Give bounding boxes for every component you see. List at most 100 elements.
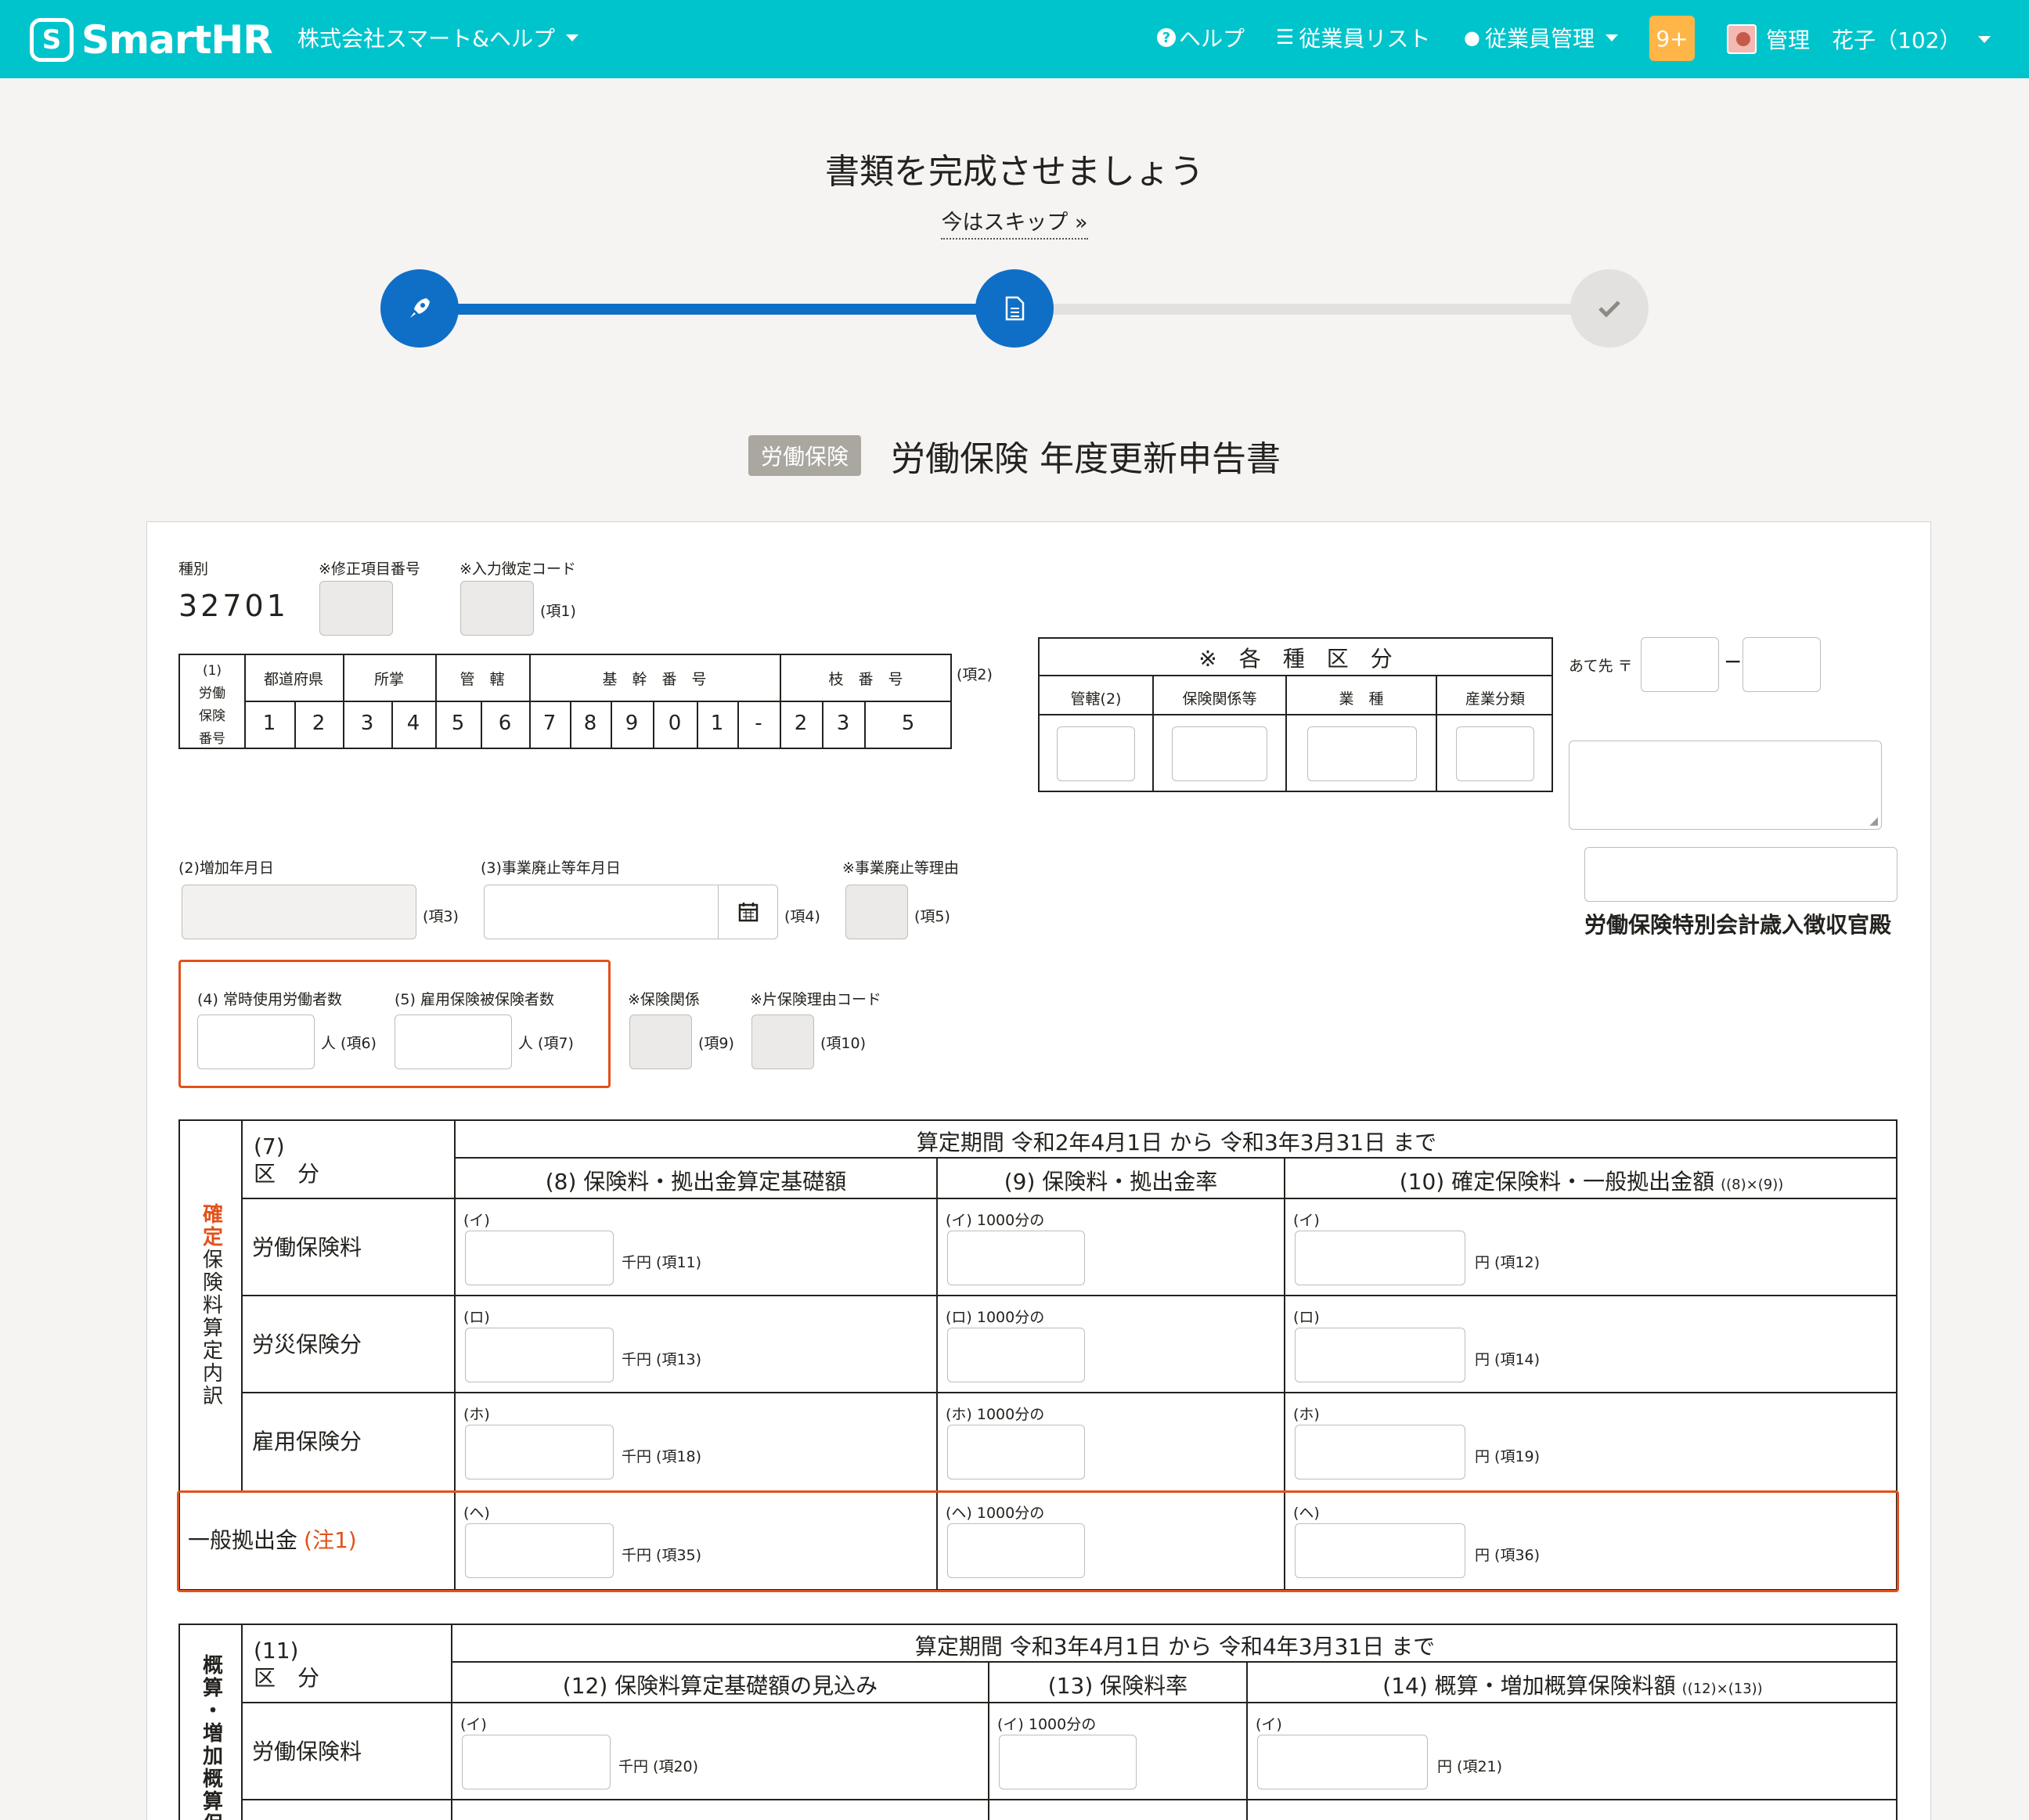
bango-col-header: 枝 番 号 xyxy=(828,671,903,688)
t1-base-input[interactable] xyxy=(465,1328,614,1382)
col-13: (13) 保険料率 xyxy=(1047,1673,1188,1699)
bango-col-header: 基 幹 番 号 xyxy=(602,671,707,688)
ko7-label: 人 (項7) xyxy=(518,1035,574,1052)
t1-kana: (イ) xyxy=(463,1212,490,1229)
bango-col-header: 都道府県 xyxy=(263,671,323,688)
haishi-date-input[interactable] xyxy=(484,885,778,939)
t2-base-input[interactable] xyxy=(462,1735,611,1789)
progress-line-done xyxy=(420,304,1014,315)
zip2-input[interactable] xyxy=(1742,637,1821,692)
t1-amount-input[interactable] xyxy=(1295,1523,1465,1578)
kakushu-col-hokenkankei: 保険関係等 xyxy=(1182,690,1257,708)
col-10-sub: ((8)×(9)) xyxy=(1721,1177,1784,1193)
kubun-no: (7) xyxy=(254,1133,285,1159)
t1-amount-input[interactable] xyxy=(1295,1328,1465,1382)
t1-kana: (イ) xyxy=(1293,1212,1320,1229)
bango-digit: 8 xyxy=(583,712,597,735)
bango-digit: 3 xyxy=(360,712,374,735)
t1-rate-input[interactable] xyxy=(947,1231,1085,1285)
employee-mgmt-menu[interactable]: ● 従業員管理 xyxy=(1464,22,1618,53)
t1-amount-input[interactable] xyxy=(1295,1425,1465,1479)
smarthr-logo[interactable]: S SmartHR xyxy=(30,17,273,63)
kakushu-title: ※ 各 種 区 分 xyxy=(1198,646,1393,672)
bango-head-3: 番号 xyxy=(199,731,225,747)
kubun-label: 区 分 xyxy=(254,1161,320,1187)
t2-amount-input[interactable] xyxy=(1257,1735,1428,1789)
kubun-label-2: 区 分 xyxy=(254,1665,320,1691)
step-complete xyxy=(1570,269,1649,348)
nyuryoku-input xyxy=(460,581,534,636)
col-9: (9) 保険料・拠出金率 xyxy=(1004,1169,1218,1195)
col-14: (14) 概算・増加概算保険料額 ((12)×(13)) xyxy=(1248,1669,1897,1700)
list-icon: ☰ xyxy=(1276,26,1295,49)
calendar-icon xyxy=(738,903,758,922)
col-10: (10) 確定保険料・一般拠出金額 ((8)×(9)) xyxy=(1285,1165,1897,1196)
t1-yen-unit: 円 (項14) xyxy=(1475,1351,1541,1368)
joji-label: (4) 常時使用労働者数 xyxy=(197,991,342,1008)
row-name: 一般拠出金 (注1) xyxy=(188,1523,357,1555)
t1-rate-input[interactable] xyxy=(947,1523,1085,1578)
side-char: 保 xyxy=(202,1249,223,1272)
question-circle-icon: ? xyxy=(1157,28,1176,47)
skip-link[interactable]: 今はスキップ » xyxy=(941,211,1088,240)
kanshu-label: 労働保険特別会計歳入徴収官殿 xyxy=(1584,912,1892,938)
t1-rate-label: (イ) 1000分の xyxy=(946,1212,1045,1229)
side-char: 算 xyxy=(202,1790,223,1814)
hokenkankei-input[interactable] xyxy=(1172,726,1267,781)
zip1-input[interactable] xyxy=(1641,637,1719,692)
side-char: 定 xyxy=(202,1339,223,1363)
t1-rate-input[interactable] xyxy=(947,1328,1085,1382)
calendar-button[interactable] xyxy=(718,885,777,939)
document-icon xyxy=(1005,296,1025,321)
zip-dash: − xyxy=(1724,648,1742,674)
chevron-down-icon xyxy=(1605,34,1618,41)
company-name: 株式会社スマート&ヘルプ xyxy=(297,26,555,52)
sangyo-input[interactable] xyxy=(1456,726,1534,781)
t1-kana: (ロ) xyxy=(1293,1309,1320,1326)
row-name-label: 一般拠出金 xyxy=(188,1527,298,1553)
kanshu-input[interactable] xyxy=(1584,847,1897,902)
kankatsu-input[interactable] xyxy=(1057,726,1135,781)
haishi-riyu-input xyxy=(845,885,908,939)
company-switcher[interactable]: 株式会社スマート&ヘルプ xyxy=(297,22,578,53)
t2-kana: (イ) xyxy=(460,1716,487,1733)
row-name: 労働保険料 xyxy=(252,1739,362,1764)
joji-input[interactable] xyxy=(197,1015,315,1069)
user-icon: ● xyxy=(1464,27,1480,49)
t1-amount-input[interactable] xyxy=(1295,1231,1465,1285)
t2-kana: (イ) xyxy=(1256,1716,1282,1733)
col-14-sub: ((12)×(13)) xyxy=(1681,1681,1763,1697)
hihoken-input[interactable] xyxy=(395,1015,512,1069)
bango-digit: 5 xyxy=(901,712,915,735)
t1-kana: (ホ) xyxy=(1293,1406,1320,1423)
gaisan-side-label: 概 算 ・ 増 加 概 算 保 xyxy=(185,1655,241,1820)
t1-base-input[interactable] xyxy=(465,1523,614,1578)
gyoshu-input[interactable] xyxy=(1307,726,1417,781)
bango-digit: 4 xyxy=(406,712,420,735)
t1-rate-label: (ロ) 1000分の xyxy=(946,1309,1045,1326)
address-textarea[interactable]: ◢ xyxy=(1569,741,1882,830)
t1-base-input[interactable] xyxy=(465,1231,614,1285)
shubetsu-label: 種別 xyxy=(178,560,209,578)
t1-unit: 千円 (項11) xyxy=(622,1254,702,1271)
t1-base-input[interactable] xyxy=(465,1425,614,1479)
t1-rate-label: (ヘ) 1000分の xyxy=(946,1505,1045,1522)
shusei-label: ※修正項目番号 xyxy=(319,560,420,578)
bango-digit: 9 xyxy=(625,712,639,735)
notification-badge[interactable]: 9+ xyxy=(1649,16,1695,61)
bango-digit: 2 xyxy=(794,712,808,735)
bango-digit: 3 xyxy=(836,712,850,735)
row-name: 雇用保険分 xyxy=(252,1429,362,1454)
user-menu[interactable]: 管理 花子（102） xyxy=(1727,23,1991,55)
side-char: 算 xyxy=(202,1677,223,1700)
resize-handle-icon: ◢ xyxy=(1869,815,1878,827)
side-char: 保 xyxy=(185,1814,241,1820)
top-navbar: S SmartHR 株式会社スマート&ヘルプ ? ヘルプ ☰ 従業員リスト ● … xyxy=(0,0,2029,78)
help-link[interactable]: ? ヘルプ xyxy=(1157,22,1245,53)
t2-rate-input[interactable] xyxy=(999,1735,1137,1789)
bango-head-2: 保険 xyxy=(199,708,225,724)
t1-kana: (ホ) xyxy=(463,1406,490,1423)
t2-yen-unit: 円 (項21) xyxy=(1437,1758,1503,1775)
t1-rate-input[interactable] xyxy=(947,1425,1085,1479)
employee-list-link[interactable]: ☰ 従業員リスト xyxy=(1276,22,1430,53)
